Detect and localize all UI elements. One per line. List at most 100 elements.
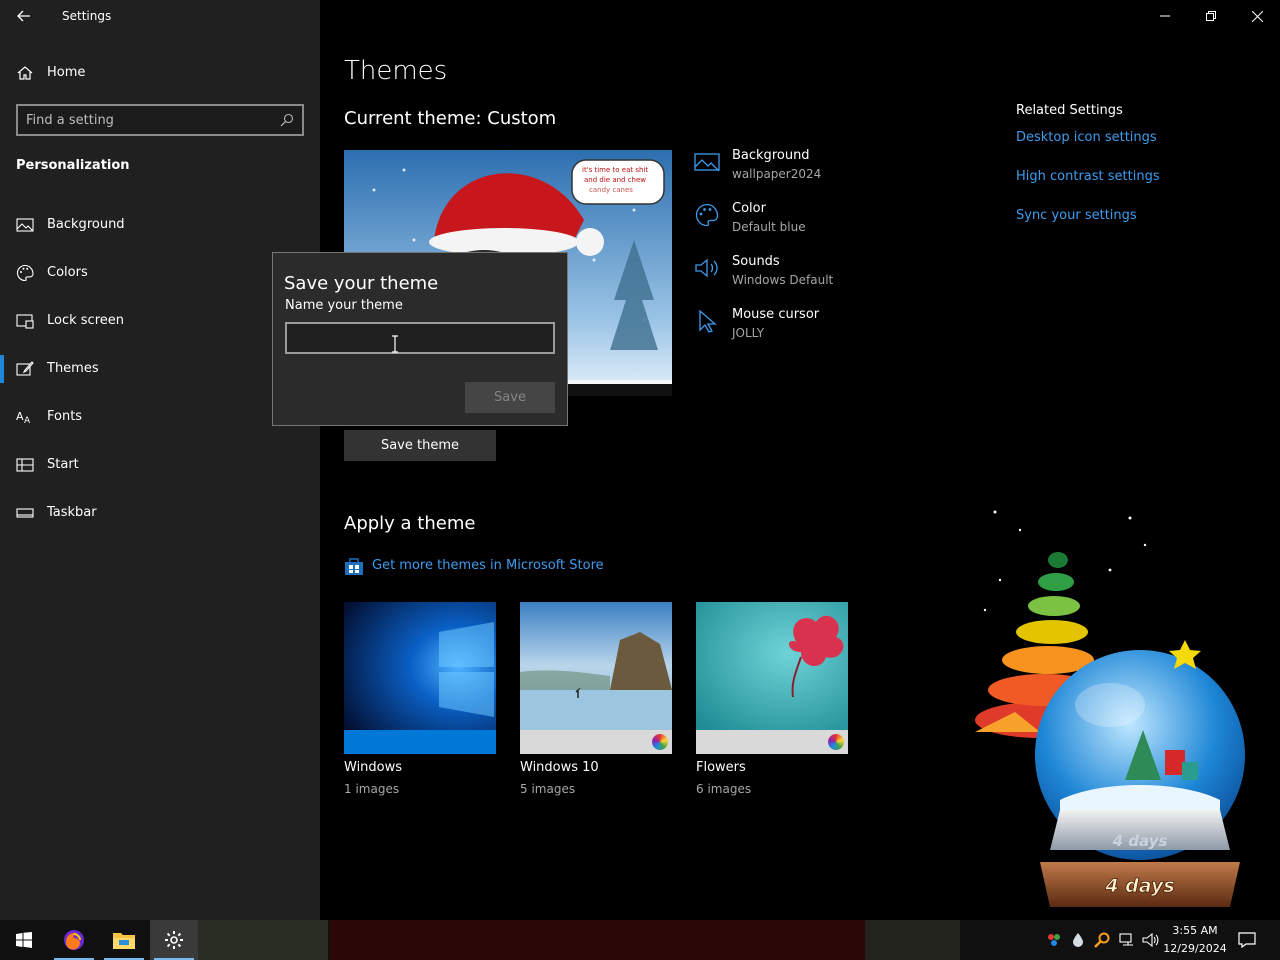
firefox-icon: [64, 930, 84, 950]
title-bar: Settings: [0, 0, 320, 34]
theme-name: Flowers: [696, 760, 746, 775]
save-theme-button[interactable]: Save theme: [344, 430, 496, 461]
network-button[interactable]: [1116, 920, 1138, 960]
countdown-small-label: 4 days: [1112, 832, 1168, 850]
sidebar-item-taskbar[interactable]: Taskbar: [0, 493, 320, 533]
back-button[interactable]: [10, 4, 38, 28]
restore-button[interactable]: [1188, 0, 1234, 32]
palette-icon: [695, 203, 719, 227]
svg-text:candy canes: candy canes: [589, 186, 633, 194]
sidebar-item-label: Fonts: [47, 409, 83, 424]
dialog-label: Name your theme: [285, 298, 403, 313]
theme-accent-strip: [344, 730, 496, 754]
sidebar-item-label: Background: [47, 217, 125, 232]
water-drop-icon: [1073, 933, 1083, 947]
property-mouse-cursor[interactable]: Mouse cursor JOLLY: [694, 305, 934, 353]
file-explorer-taskbar-button[interactable]: [100, 920, 148, 960]
picture-icon: [694, 153, 720, 172]
sidebar-item-label: Colors: [47, 265, 88, 280]
system-clock[interactable]: 3:55 AM 12/29/2024: [1160, 922, 1230, 958]
back-arrow-icon: [17, 10, 30, 22]
search-icon[interactable]: [280, 113, 294, 127]
tray-search-icon-button[interactable]: [1092, 920, 1112, 960]
brush-icon: [16, 361, 34, 376]
related-settings: Related Settings Desktop icon settings H…: [1016, 103, 1160, 223]
notification-icon: [1238, 932, 1256, 948]
sidebar-item-background[interactable]: Background: [0, 205, 320, 245]
color-wheel-icon: [652, 734, 668, 750]
theme-tile-windows-10[interactable]: Windows 10 5 images: [520, 602, 672, 802]
taskbar-wallpaper-segment: [330, 920, 865, 960]
taskbar: 3:55 AM 12/29/2024: [0, 920, 1280, 960]
tray-drop-icon-button[interactable]: [1068, 920, 1088, 960]
theme-tile-windows[interactable]: Windows 1 images: [344, 602, 496, 802]
settings-taskbar-button[interactable]: [150, 920, 198, 960]
minimize-icon: [1160, 15, 1170, 17]
taskbar-wallpaper-segment: [198, 920, 328, 960]
svg-text:and die and chew: and die and chew: [584, 176, 646, 184]
volume-button[interactable]: [1140, 920, 1162, 960]
restore-icon: [1206, 11, 1216, 21]
sidebar-item-label: Themes: [47, 361, 99, 376]
file-explorer-icon: [113, 933, 135, 949]
firefox-taskbar-button[interactable]: [50, 920, 98, 960]
property-title: Color: [732, 201, 766, 216]
speaker-icon: [1142, 932, 1159, 948]
sidebar-item-start[interactable]: Start: [0, 445, 320, 485]
page-title: Themes: [344, 56, 448, 86]
app-title: Settings: [62, 9, 112, 23]
dialog-save-button[interactable]: Save: [465, 382, 555, 413]
save-theme-dialog: Save your theme Name your theme Save: [272, 252, 568, 426]
countdown-label: 4 days: [1104, 875, 1174, 897]
property-value: Windows Default: [732, 273, 834, 287]
store-link-label: Get more themes in Microsoft Store: [372, 558, 604, 573]
property-sounds[interactable]: Sounds Windows Default: [694, 252, 934, 300]
christmas-countdown-gadget[interactable]: 4 days 4 days: [960, 500, 1250, 920]
start-button[interactable]: [0, 920, 48, 960]
property-color[interactable]: Color Default blue: [694, 199, 934, 247]
section-title: Personalization: [16, 158, 130, 173]
lock-screen-icon: [16, 314, 34, 329]
clock-date: 12/29/2024: [1163, 942, 1227, 955]
active-indicator: [0, 355, 4, 383]
network-icon: [1119, 933, 1133, 946]
property-value: wallpaper2024: [732, 167, 822, 181]
fonts-icon: AA: [16, 410, 31, 426]
high-contrast-settings-link[interactable]: High contrast settings: [1016, 169, 1160, 184]
theme-tile-flowers[interactable]: Flowers 6 images: [696, 602, 848, 802]
theme-thumbnail: [696, 602, 848, 730]
minimize-button[interactable]: [1142, 0, 1188, 32]
theme-name-field[interactable]: [285, 322, 555, 354]
settings-icon: [165, 931, 183, 949]
theme-thumbnail: [520, 602, 672, 730]
search-box[interactable]: [16, 104, 304, 136]
sidebar: Settings Home Personalization Background…: [0, 0, 320, 920]
home-icon: [17, 66, 33, 80]
search-input[interactable]: [26, 110, 276, 130]
property-title: Sounds: [732, 254, 780, 269]
nav-home[interactable]: Home: [0, 56, 320, 90]
picture-icon: [16, 218, 34, 232]
apply-theme-heading: Apply a theme: [344, 513, 476, 534]
colorful-tray-icon: [1048, 934, 1060, 946]
sidebar-item-label: Taskbar: [47, 505, 97, 520]
theme-image-count: 5 images: [520, 782, 576, 796]
magnifier-icon: [1094, 932, 1110, 948]
theme-thumbnail: [344, 602, 496, 730]
property-value: Default blue: [732, 220, 806, 234]
store-bag-icon: [345, 558, 363, 575]
theme-name: Windows 10: [520, 760, 599, 775]
theme-name-input[interactable]: [293, 329, 543, 347]
desktop-icon-settings-link[interactable]: Desktop icon settings: [1016, 130, 1157, 145]
tray-app-icon[interactable]: [1044, 920, 1064, 960]
christmas-tree-snowglobe-image: 4 days 4 days: [975, 510, 1245, 907]
property-background[interactable]: Background wallpaper2024: [694, 146, 934, 194]
close-button[interactable]: [1234, 0, 1280, 32]
pointer-icon: [699, 309, 717, 333]
sync-settings-link[interactable]: Sync your settings: [1016, 208, 1137, 223]
palette-icon: [17, 264, 34, 282]
theme-image-count: 6 images: [696, 782, 752, 796]
action-center-button[interactable]: [1232, 920, 1262, 960]
theme-accent-strip: [520, 730, 672, 754]
property-title: Background: [732, 148, 810, 163]
